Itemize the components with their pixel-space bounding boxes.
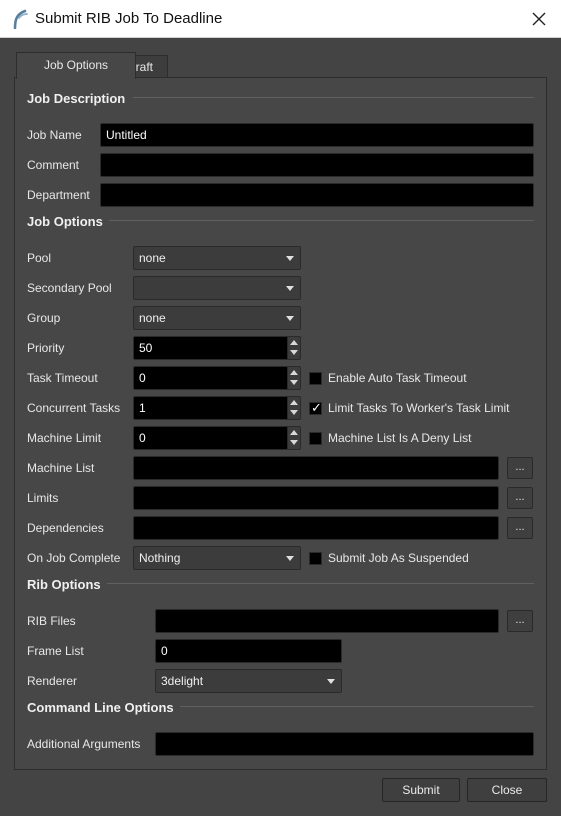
on-job-complete-value: Nothing: [139, 551, 181, 565]
machine-limit-spinbox[interactable]: 0: [133, 426, 301, 450]
limits-browse-button[interactable]: ...: [507, 487, 533, 509]
title-bar: Submit RIB Job To Deadline: [0, 0, 561, 38]
priority-spinbox[interactable]: 50: [133, 336, 301, 360]
frame-list-field[interactable]: 0: [155, 639, 342, 663]
spin-up-icon[interactable]: [290, 430, 298, 435]
secondary-pool-dropdown[interactable]: [133, 276, 301, 300]
spin-buttons[interactable]: [287, 367, 300, 389]
renderer-dropdown[interactable]: 3delight: [155, 669, 342, 693]
job-name-label: Job Name: [27, 128, 82, 142]
spin-up-icon[interactable]: [290, 400, 298, 405]
dependencies-label: Dependencies: [27, 521, 104, 535]
chevron-down-icon: [286, 556, 294, 561]
concurrent-tasks-spinbox[interactable]: 1: [133, 396, 301, 420]
close-button[interactable]: Close: [467, 778, 547, 802]
limit-tasks-checkbox[interactable]: ✓: [309, 400, 322, 415]
comment-field[interactable]: [100, 153, 534, 177]
pool-dropdown[interactable]: none: [133, 246, 301, 270]
rib-files-field[interactable]: [155, 609, 499, 633]
department-label: Department: [27, 188, 90, 202]
limit-tasks-label: Limit Tasks To Worker's Task Limit: [328, 401, 510, 415]
deny-list-label: Machine List Is A Deny List: [328, 431, 472, 445]
submit-button[interactable]: Submit: [382, 778, 460, 802]
tab-job-options[interactable]: Job Options: [16, 52, 136, 79]
spin-down-icon[interactable]: [290, 410, 298, 415]
comment-label: Comment: [27, 158, 80, 172]
task-timeout-value: 0: [139, 371, 146, 385]
spin-buttons[interactable]: [287, 337, 300, 359]
suspended-label: Submit Job As Suspended: [328, 551, 469, 565]
section-rib-options: Rib Options: [27, 577, 101, 592]
pool-label: Pool: [27, 251, 52, 265]
machine-limit-value: 0: [139, 431, 146, 445]
spin-down-icon[interactable]: [290, 380, 298, 385]
renderer-value: 3delight: [161, 674, 204, 688]
close-icon: [532, 12, 546, 26]
on-job-complete-label: On Job Complete: [27, 551, 121, 565]
spin-up-icon[interactable]: [290, 340, 298, 345]
deny-list-checkbox[interactable]: [309, 432, 322, 445]
limits-label: Limits: [27, 491, 59, 505]
department-field[interactable]: [100, 183, 534, 207]
chevron-down-icon: [286, 256, 294, 261]
concurrent-tasks-label: Concurrent Tasks: [27, 401, 121, 415]
deadline-logo-icon: [13, 9, 28, 29]
section-job-options: Job Options: [27, 214, 103, 229]
section-command-line-options: Command Line Options: [27, 700, 174, 715]
job-options-panel: [14, 77, 547, 770]
priority-label: Priority: [27, 341, 65, 355]
task-timeout-label: Task Timeout: [27, 371, 98, 385]
machine-list-label: Machine List: [27, 461, 95, 475]
dependencies-browse-button[interactable]: ...: [507, 517, 533, 539]
group-value: none: [139, 311, 166, 325]
priority-value: 50: [139, 341, 153, 355]
rib-files-browse-button[interactable]: ...: [507, 610, 533, 632]
auto-task-timeout-label: Enable Auto Task Timeout: [328, 371, 467, 385]
concurrent-tasks-value: 1: [139, 401, 146, 415]
section-divider: [180, 706, 534, 707]
spin-down-icon[interactable]: [290, 350, 298, 355]
section-divider: [107, 583, 534, 584]
chevron-down-icon: [286, 286, 294, 291]
group-label: Group: [27, 311, 61, 325]
dependencies-field[interactable]: [133, 516, 499, 540]
spin-buttons[interactable]: [287, 397, 300, 419]
renderer-label: Renderer: [27, 674, 78, 688]
spin-down-icon[interactable]: [290, 440, 298, 445]
additional-arguments-field[interactable]: [155, 732, 534, 756]
spin-buttons[interactable]: [287, 427, 300, 449]
job-name-field[interactable]: Untitled: [100, 123, 534, 147]
close-window-button[interactable]: [522, 6, 556, 32]
pool-value: none: [139, 251, 166, 265]
machine-list-browse-button[interactable]: ...: [507, 457, 533, 479]
checkmark-icon: ✓: [311, 400, 322, 415]
auto-task-timeout-checkbox[interactable]: [309, 372, 322, 385]
suspended-checkbox[interactable]: [309, 552, 322, 565]
spin-up-icon[interactable]: [290, 370, 298, 375]
additional-arguments-label: Additional Arguments: [27, 737, 141, 751]
group-dropdown[interactable]: none: [133, 306, 301, 330]
section-job-description: Job Description: [27, 91, 126, 106]
on-job-complete-dropdown[interactable]: Nothing: [133, 546, 301, 570]
machine-list-field[interactable]: [133, 456, 499, 480]
section-divider: [109, 220, 534, 221]
rib-files-label: RIB Files: [27, 614, 76, 628]
limits-field[interactable]: [133, 486, 499, 510]
chevron-down-icon: [327, 679, 335, 684]
frame-list-label: Frame List: [27, 644, 84, 658]
task-timeout-spinbox[interactable]: 0: [133, 366, 301, 390]
machine-limit-label: Machine Limit: [27, 431, 102, 445]
secondary-pool-label: Secondary Pool: [27, 281, 112, 295]
section-divider: [133, 97, 534, 98]
window-title: Submit RIB Job To Deadline: [35, 10, 223, 27]
chevron-down-icon: [286, 316, 294, 321]
